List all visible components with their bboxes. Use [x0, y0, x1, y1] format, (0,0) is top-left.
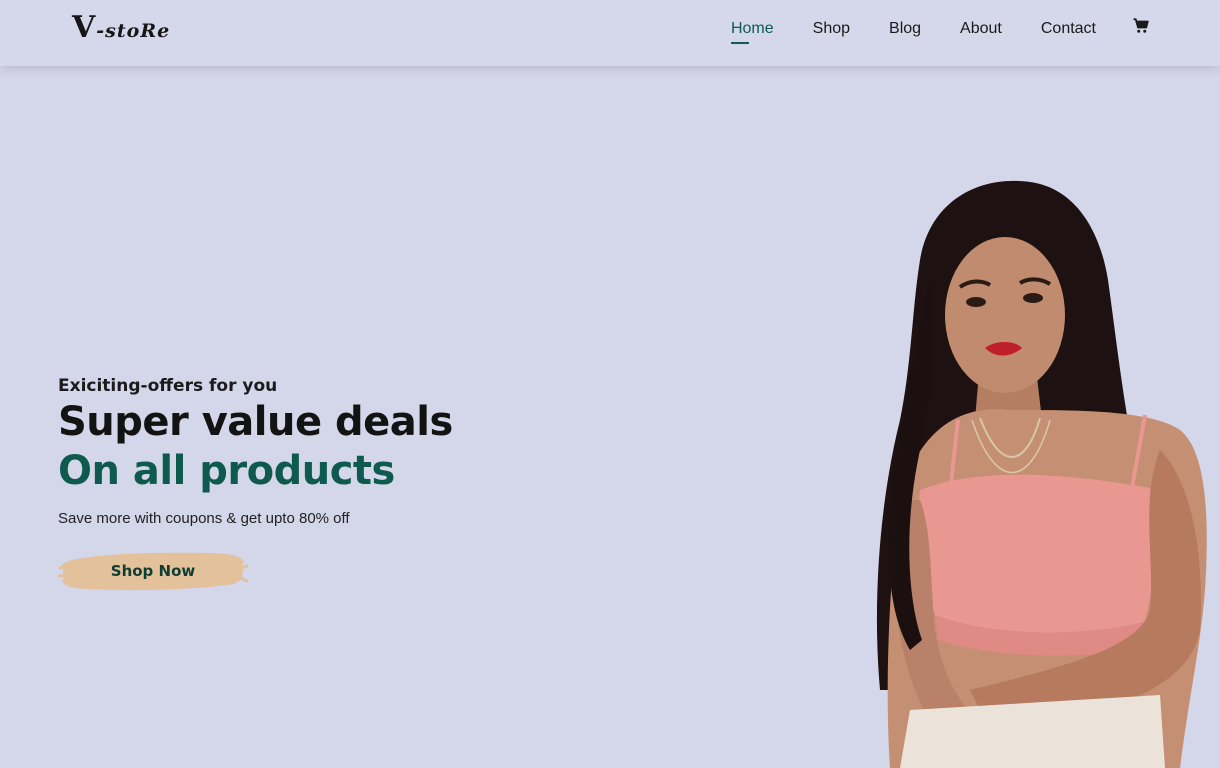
hero-subtitle: On all products: [58, 448, 395, 494]
hero-kicker: Exiciting-offers for you: [58, 376, 278, 396]
hero-title: Super value deals: [58, 399, 453, 445]
nav-shop[interactable]: Shop: [813, 18, 850, 40]
hero-model-image: [876, 180, 1207, 768]
nav-contact[interactable]: Contact: [1041, 18, 1096, 40]
site-logo[interactable]: V-stoRe: [72, 10, 170, 45]
main-nav: Home Shop Blog About Contact: [692, 17, 1150, 44]
shop-now-button[interactable]: Shop Now: [58, 548, 248, 594]
hero-description: Save more with coupons & get upto 80% of…: [58, 510, 350, 527]
shop-now-label: Shop Now: [110, 562, 196, 580]
nav-blog[interactable]: Blog: [889, 18, 921, 40]
nav-home[interactable]: Home: [730, 18, 774, 44]
nav-about[interactable]: About: [960, 18, 1002, 40]
cart-icon[interactable]: [1132, 17, 1150, 35]
logo-main: V: [72, 10, 97, 45]
site-header: V-stoRe Home Shop Blog About Contact: [0, 0, 1220, 66]
hero-section: Exiciting-offers for you Super value dea…: [58, 376, 558, 591]
logo-small: -stoRe: [96, 20, 171, 42]
